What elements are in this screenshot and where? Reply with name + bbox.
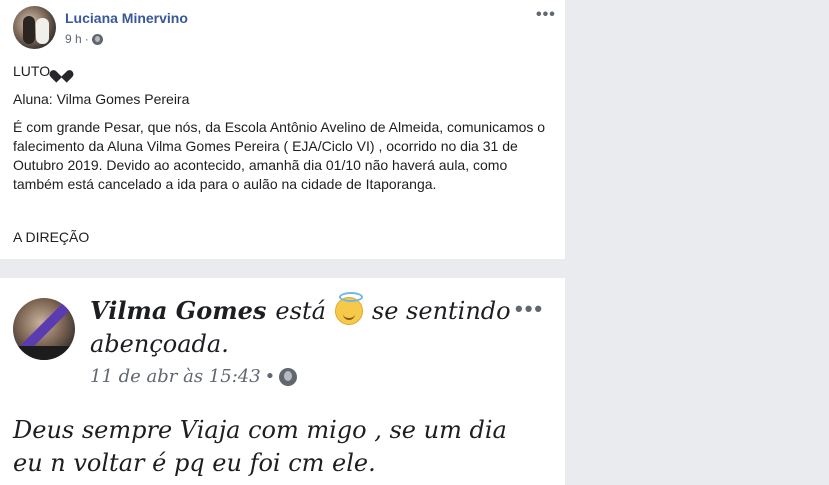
globe-icon[interactable] [91,33,103,45]
post-body: Deus sempre Viaja com migo , se um dia e… [13,416,507,477]
post-luto-line: LUTO [13,62,69,81]
meta-separator: · [84,32,89,46]
status-line: Vilma Gomes está se sentindo [90,291,511,325]
post-timestamp: 11 de abr às 15:43 [90,366,261,387]
more-options-icon[interactable]: ••• [536,6,556,24]
post-timestamp[interactable]: 9 h [65,32,82,46]
post-body: É com grande Pesar, que nós, da Escola A… [13,119,546,192]
right-column [565,0,829,485]
avatar-person [23,16,35,44]
meta-separator: • [264,366,276,387]
status-verb: está [275,296,326,325]
avatar-person [36,18,49,44]
post-card: Luciana Minervino 9 h · ••• LUTO Aluna: … [0,0,565,259]
angel-emoji-icon [334,291,363,325]
post-meta: 11 de abr às 15:43 • [90,366,298,387]
post-aluna-line: Aluna: Vilma Gomes Pereira [13,91,190,107]
post-meta: 9 h · [65,32,103,46]
luto-text: LUTO [13,63,51,79]
status-feeling-line2: abençoada. [90,330,229,358]
author-avatar[interactable] [13,6,56,49]
more-options-icon: ••• [515,296,545,321]
post-signature: A DIREÇÃO [13,229,90,245]
black-heart-icon [55,65,69,78]
globe-icon [279,367,298,386]
status-feeling: se sentindo [371,296,511,325]
author-avatar [13,298,75,360]
avatar-band [13,346,75,360]
author-name: Vilma Gomes [90,296,267,325]
author-name[interactable]: Luciana Minervino [65,10,188,26]
shared-screenshot-post: Vilma Gomes está se sentindo abençoada. … [0,278,565,485]
